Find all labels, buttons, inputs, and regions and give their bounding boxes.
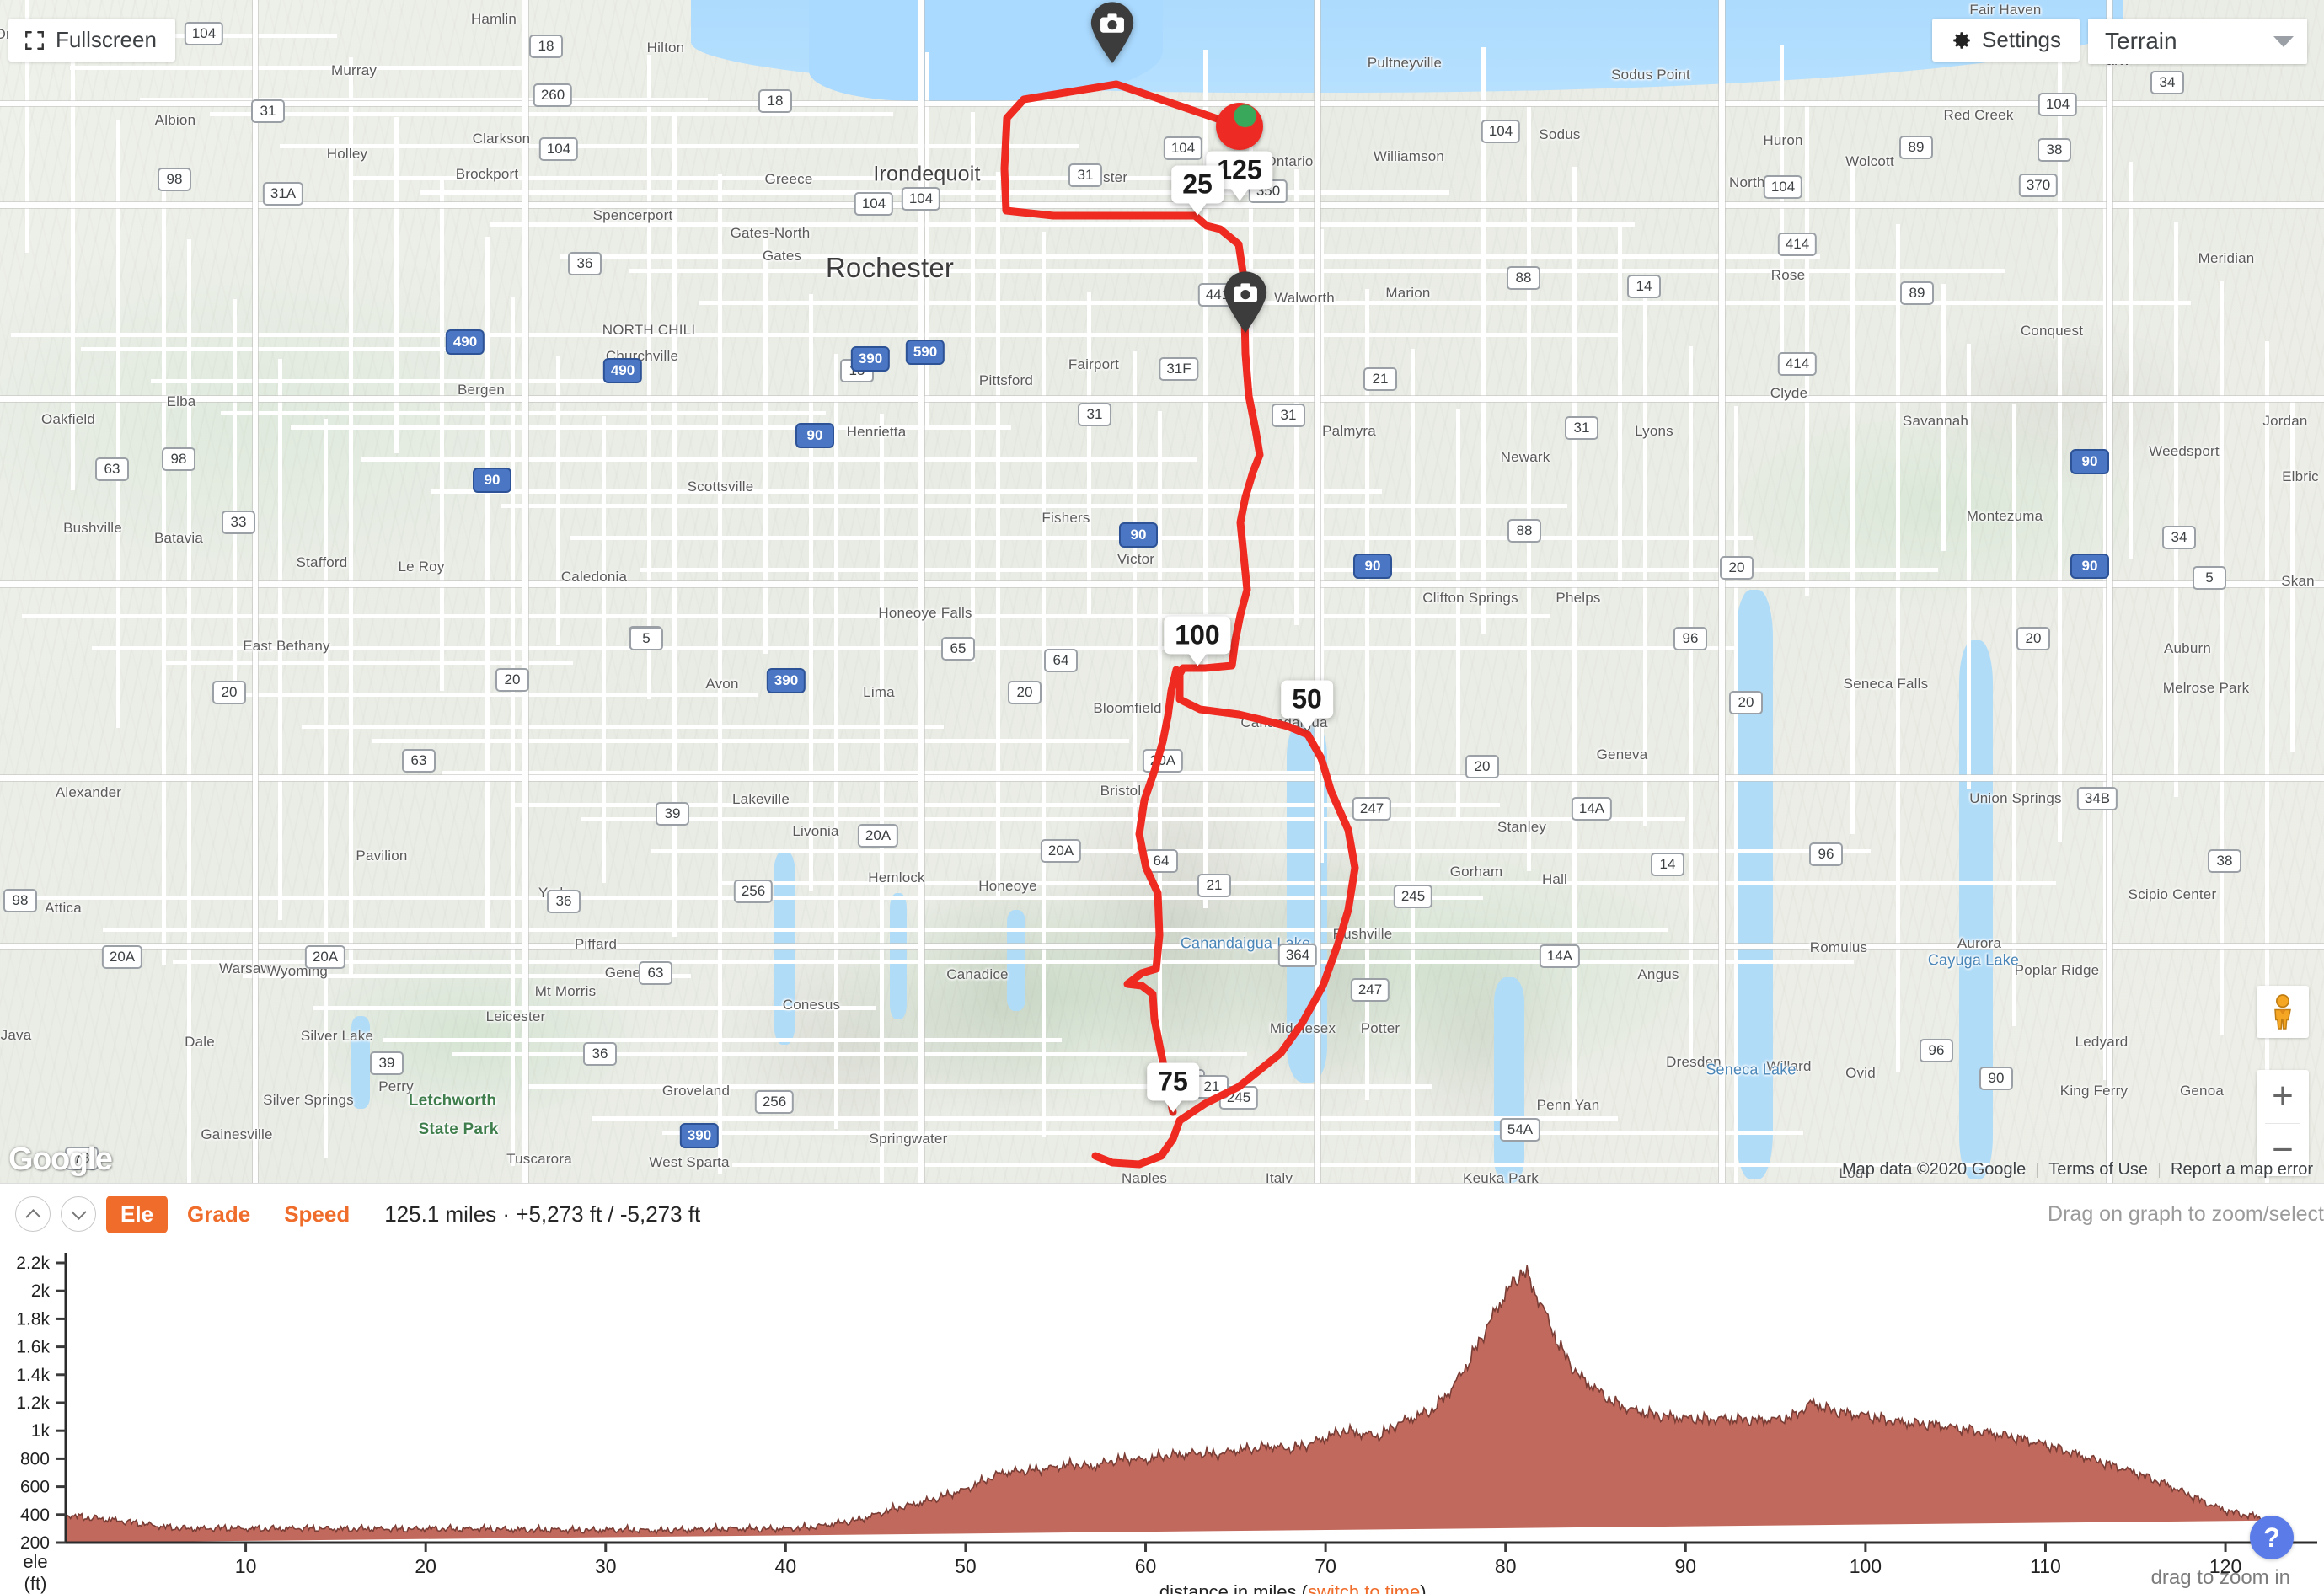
switch-to-time-link: switch to time [1308,1581,1420,1594]
mile-marker[interactable]: 25 [1171,165,1224,215]
route-stats: 125.1 miles · +5,273 ft / -5,273 ft [384,1201,701,1227]
mile-marker-tip [1164,1099,1182,1112]
camera-pin-icon [1090,2,1134,64]
x-tick-label: 20 [415,1555,436,1577]
report-map-error-link[interactable]: Report a map error [2160,1160,2324,1179]
x-tick-label: 30 [595,1555,617,1577]
chevron-up-icon [24,1208,41,1225]
photo-marker[interactable] [1222,270,1269,337]
elevation-chart-svg[interactable]: 200 400 600 800 1k 1.2k 1.4k 1.6k 1.8k 2k 2.2k 10 20… [0,1244,2324,1594]
fullscreen-button[interactable]: Fullscreen [8,19,175,62]
elevation-chart[interactable]: 200 400 600 800 1k 1.2k 1.4k 1.6k 1.8k 2k 2.2k 10 20… [0,1244,2324,1594]
y-tick-label: 1.2k [16,1393,50,1413]
camera-pin-icon [1224,271,1267,333]
mile-marker-label: 100 [1164,616,1231,654]
mile-marker-label: 25 [1171,165,1224,203]
y-tick-label: 800 [20,1449,50,1468]
map-data-text: Map data ©2020 Google [1841,1160,2027,1179]
y-axis-unit: (ft) [24,1573,47,1594]
elevation-toolbar: Ele Grade Speed 125.1 miles · +5,273 ft / … [0,1184,2324,1244]
fullscreen-icon [25,30,44,50]
metric-tab-grade[interactable]: Grade [173,1196,265,1233]
map-type-select[interactable]: Terrain [2088,19,2307,64]
metric-tab-group[interactable]: Ele Grade Speed [106,1195,369,1233]
mile-marker[interactable]: 75 [1147,1062,1199,1112]
pegman-icon [2274,994,2291,1030]
settings-label: Settings [1982,27,2061,52]
mile-marker-tip [1229,188,1249,201]
x-tick-label: 110 [2030,1555,2061,1577]
y-tick-label: 1.8k [16,1309,50,1329]
mile-marker-tip [1188,202,1207,215]
terms-of-use-link[interactable]: Terms of Use [2038,1160,2159,1179]
collapse-down-button[interactable] [61,1196,96,1232]
drag-zoom-hint: Drag on graph to zoom/select [2048,1202,2324,1226]
map-attribution: Map data ©2020 Google Terms of Use Repor… [1831,1160,2324,1179]
x-axis-title: distance in miles (switch to time) [1159,1581,1427,1594]
y-tick-label: 600 [20,1478,50,1497]
help-button[interactable]: ? [2250,1516,2294,1559]
street-view-pegman[interactable] [2257,986,2309,1038]
x-tick-label: 80 [1495,1555,1517,1577]
mile-marker-tip [1298,717,1316,730]
mile-marker[interactable]: 50 [1281,680,1333,730]
y-axis-title: ele [23,1551,47,1572]
mile-marker-tip [1187,653,1207,666]
mile-marker-label: 50 [1281,680,1333,718]
y-tick-label: 2k [31,1281,51,1301]
collapse-up-button[interactable] [15,1196,51,1232]
y-tick-label: 200 [20,1533,50,1553]
y-tick-label: 1k [31,1421,51,1441]
x-tick-label: 70 [1315,1555,1336,1577]
route-polyline[interactable] [0,0,2324,1183]
route-planner-app: RochesterIrondequoitWebsterOntarioWillia… [0,0,2324,1594]
x-tick-label: 60 [1135,1555,1157,1577]
settings-button[interactable]: Settings [1932,19,2080,62]
elevation-panel: Ele Grade Speed 125.1 miles · +5,273 ft / … [0,1183,2324,1594]
y-tick-label: 1.4k [16,1366,50,1385]
map-canvas[interactable]: RochesterIrondequoitWebsterOntarioWillia… [0,0,2324,1183]
fullscreen-label: Fullscreen [56,27,157,52]
y-tick-label: 2.2k [16,1254,50,1273]
x-tick-label: 40 [775,1555,797,1577]
route-endpoint-marker[interactable] [1216,103,1263,150]
chevron-down-icon [2273,35,2294,47]
zoom-in-button[interactable]: + [2257,1070,2309,1123]
map-type-value: Terrain [2105,28,2177,54]
metric-tab-ele[interactable]: Ele [106,1195,169,1233]
x-tick-label: 90 [1675,1555,1697,1577]
y-tick-label: 400 [20,1506,50,1525]
photo-marker[interactable] [1089,1,1136,67]
chevron-down-icon [70,1203,87,1220]
x-tick-label: 10 [235,1555,257,1577]
google-logo: Google [8,1142,113,1177]
zoom-hint-label: drag to zoom in [2150,1566,2290,1589]
mile-marker[interactable]: 100 [1164,616,1231,666]
x-tick-label: 100 [1850,1555,1882,1577]
x-tick-label: 50 [955,1555,977,1577]
metric-tab-speed[interactable]: Speed [270,1196,364,1233]
mile-marker-label: 75 [1147,1062,1199,1100]
gear-icon [1953,31,1970,49]
y-tick-label: 1.6k [16,1338,50,1357]
elevation-area [66,1265,2262,1543]
